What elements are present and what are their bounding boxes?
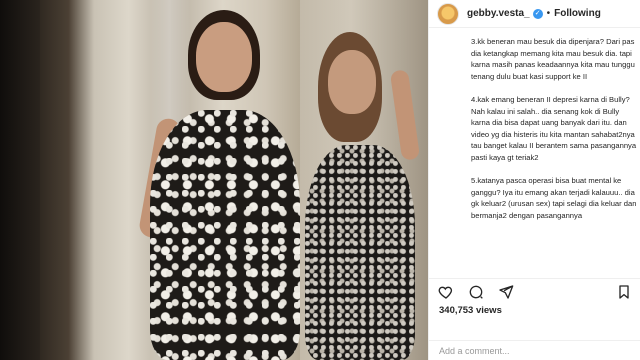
avatar[interactable] — [437, 2, 459, 25]
left-person-face — [196, 22, 252, 92]
post-header: gebby.vesta_ ✓ • Following — [429, 0, 640, 28]
caption-paragraph: 5.katanya pasca operasi bisa buat mental… — [471, 176, 637, 220]
post-sidebar: gebby.vesta_ ✓ • Following 3.kk beneran … — [428, 0, 640, 360]
header-separator: • — [546, 8, 551, 19]
comment-input[interactable]: Add a comment... — [439, 346, 510, 356]
left-person-dress — [150, 110, 300, 360]
caption-paragraph: 4.kak emang beneran II depresi karna di … — [471, 94, 637, 162]
action-bar — [429, 278, 640, 304]
post-media[interactable] — [0, 0, 428, 360]
following-button[interactable]: Following — [554, 8, 601, 19]
right-person-face — [328, 50, 376, 114]
background-door — [0, 0, 40, 360]
right-person-dress — [305, 145, 415, 360]
comment-icon[interactable] — [467, 283, 485, 301]
username-link[interactable]: gebby.vesta_ — [467, 8, 530, 19]
comment-box[interactable]: Add a comment... — [429, 340, 640, 360]
share-icon[interactable] — [497, 283, 515, 301]
post-caption: 3.kk beneran mau besuk dia dipenjara? Da… — [471, 36, 637, 272]
bookmark-icon[interactable] — [615, 283, 633, 301]
views-count[interactable]: 340,753 views — [439, 305, 502, 316]
verified-badge-icon: ✓ — [532, 8, 543, 19]
heart-icon[interactable] — [437, 283, 455, 301]
caption-paragraph: 3.kk beneran mau besuk dia dipenjara? Da… — [471, 37, 635, 81]
